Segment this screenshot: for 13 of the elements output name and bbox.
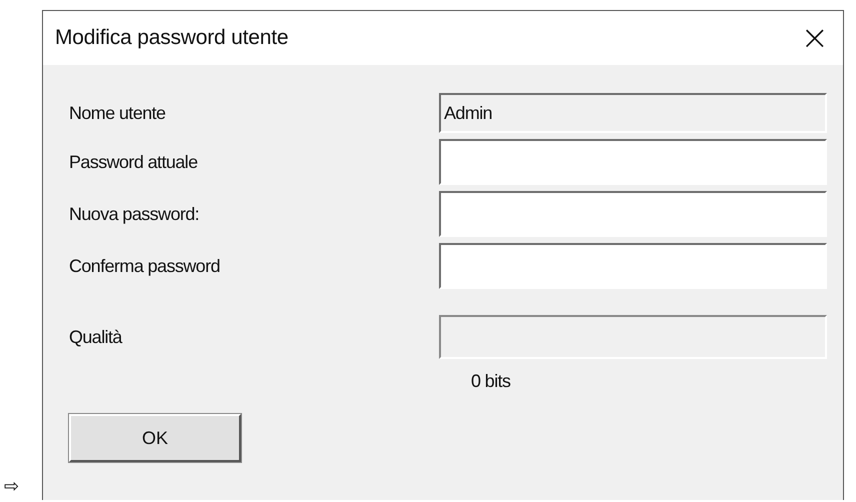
input-field[interactable] — [439, 191, 827, 237]
field-label: Conferma password — [69, 256, 220, 276]
input-field[interactable] — [439, 139, 827, 185]
close-button[interactable]: × — [796, 21, 833, 55]
input-field[interactable] — [439, 243, 827, 289]
quality-reading: 0 bits — [471, 371, 510, 392]
pointer-arrow-icon: ⇨ — [4, 476, 20, 497]
ok-button[interactable]: OK — [69, 414, 241, 462]
field-label: Password attuale — [69, 152, 198, 172]
window-title: Modifica password utente — [55, 26, 288, 50]
field-label: Nome utente — [69, 102, 166, 124]
field-label: Nuova password: — [69, 204, 200, 224]
quality-label: Qualità — [69, 326, 122, 348]
